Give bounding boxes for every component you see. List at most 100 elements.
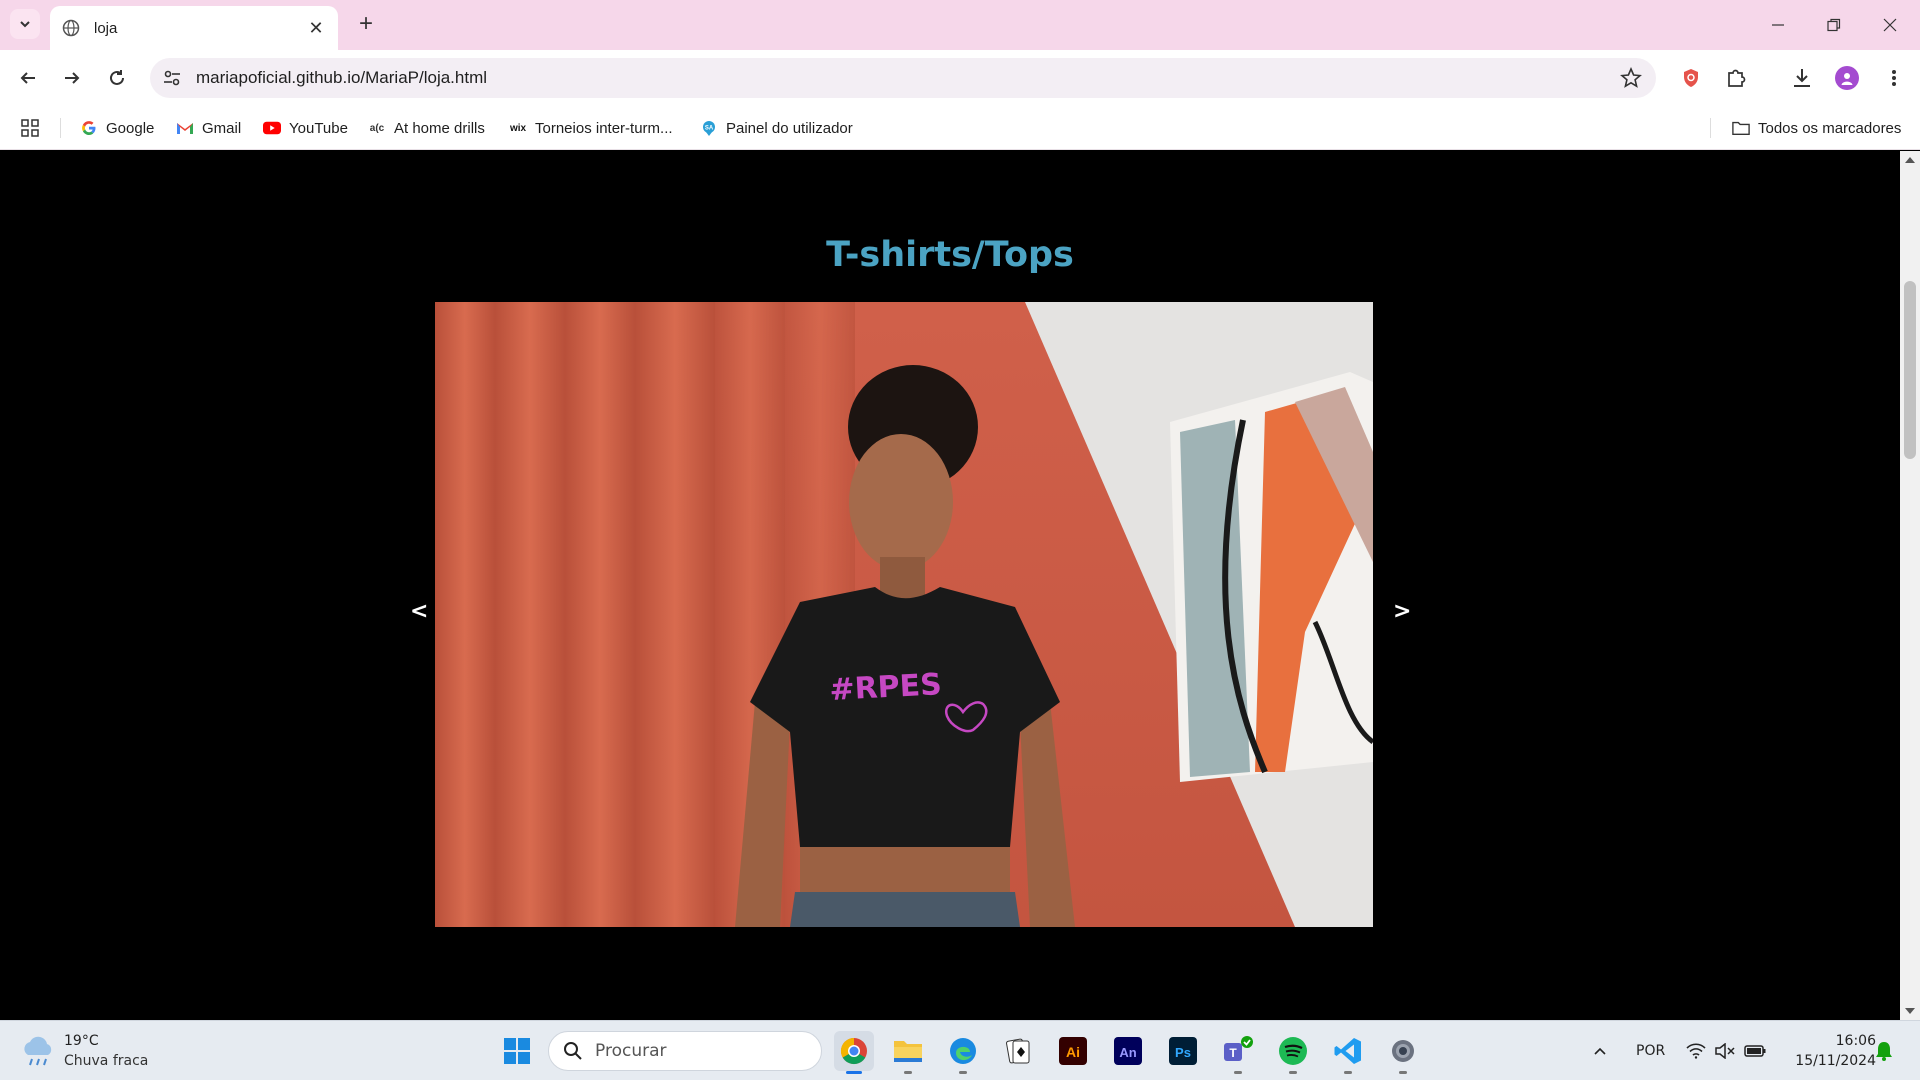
slider-next-button[interactable]: > (1393, 599, 1411, 624)
bookmark-label: Painel do utilizador (726, 119, 853, 137)
google-icon (80, 119, 98, 137)
url-text: mariapoficial.github.io/MariaP/loja.html (196, 68, 488, 87)
bookmark-google[interactable]: Google (80, 116, 154, 140)
slider-prev-button[interactable]: < (410, 599, 428, 624)
vscode-icon (1334, 1038, 1361, 1064)
windows-logo-icon (504, 1038, 530, 1064)
taskbar-solitaire[interactable] (998, 1031, 1038, 1071)
taskbar-photoshop[interactable]: Ps (1163, 1031, 1203, 1071)
site-info-icon[interactable] (162, 68, 182, 88)
downloads-button[interactable] (1786, 62, 1818, 94)
bookmark-label: Todos os marcadores (1758, 119, 1902, 137)
taskbar-chrome[interactable] (834, 1031, 874, 1074)
notifications-button[interactable] (1875, 1021, 1893, 1080)
person-icon (1841, 73, 1853, 85)
taskbar-settings[interactable] (1383, 1031, 1423, 1074)
weather-condition: Chuva fraca (64, 1053, 149, 1069)
taskbar-clock[interactable]: 16:06 15/11/2024 (1776, 1031, 1876, 1071)
taskbar-vscode[interactable] (1328, 1031, 1368, 1074)
language-indicator[interactable]: POR (1636, 1021, 1665, 1080)
spotify-icon (1279, 1037, 1307, 1065)
apps-grid-icon (21, 119, 39, 137)
extensions-button[interactable] (1720, 62, 1752, 94)
shield-extension-button[interactable] (1675, 62, 1707, 94)
browser-tab[interactable]: loja ✕ (50, 6, 338, 50)
scroll-down-arrow[interactable] (1905, 1008, 1915, 1014)
forward-button[interactable] (56, 62, 88, 94)
quick-settings-button[interactable] (1686, 1021, 1766, 1080)
start-button[interactable] (497, 1031, 537, 1071)
running-indicator (904, 1071, 912, 1074)
taskbar-animate[interactable]: An (1108, 1031, 1148, 1071)
search-icon (564, 1042, 582, 1060)
minimize-button[interactable] (1750, 0, 1806, 50)
puzzle-icon (1728, 69, 1746, 87)
svg-text:Ai: Ai (1066, 1044, 1080, 1060)
athome-icon: a(c (369, 122, 385, 134)
bell-icon (1876, 1042, 1892, 1061)
close-icon (1883, 18, 1897, 32)
restore-icon (1827, 18, 1841, 32)
taskbar-edge[interactable] (943, 1031, 983, 1074)
bookmark-at-home-drills[interactable]: a(c At home drills (368, 116, 485, 140)
reload-icon (110, 70, 124, 85)
bookmark-youtube[interactable]: YouTube (263, 116, 348, 140)
back-button[interactable] (12, 62, 44, 94)
taskbar-illustrator[interactable]: Ai (1053, 1031, 1093, 1071)
show-hidden-icons-button[interactable] (1592, 1021, 1608, 1080)
chevron-up-icon (1594, 1047, 1606, 1055)
youtube-icon (263, 119, 281, 137)
bookmark-label: At home drills (394, 119, 485, 137)
product-slide-image: #RPES (435, 302, 1373, 927)
wifi-icon (1686, 1043, 1706, 1059)
bookmarks-divider (1710, 118, 1711, 138)
product-photo: #RPES (435, 302, 1373, 927)
folder-icon (1732, 119, 1750, 137)
new-tab-button[interactable]: + (352, 10, 380, 38)
minimize-icon (1772, 24, 1784, 26)
restore-button[interactable] (1806, 0, 1862, 50)
scroll-up-arrow[interactable] (1905, 157, 1915, 163)
apps-button[interactable] (20, 116, 40, 140)
chevron-down-icon (20, 21, 30, 28)
bookmark-star-icon[interactable] (1620, 67, 1642, 89)
reload-button[interactable] (101, 62, 133, 94)
bookmark-painel[interactable]: SA Painel do utilizador (700, 116, 853, 140)
all-bookmarks-button[interactable]: Todos os marcadores (1732, 116, 1901, 140)
tab-title: loja (94, 19, 118, 37)
scroll-thumb[interactable] (1904, 281, 1916, 459)
clock-time: 16:06 (1835, 1033, 1876, 1049)
edge-icon (950, 1038, 976, 1064)
address-bar[interactable]: mariapoficial.github.io/MariaP/loja.html (150, 58, 1656, 98)
menu-button[interactable] (1878, 62, 1910, 94)
bookmark-gmail[interactable]: Gmail (176, 116, 241, 140)
folder-icon (894, 1041, 922, 1062)
running-indicator (1399, 1071, 1407, 1074)
illustrator-icon: Ai (1059, 1037, 1087, 1065)
arrow-right-icon (65, 72, 80, 84)
gear-icon (1392, 1040, 1414, 1062)
bookmark-torneios[interactable]: wix Torneios inter-turm... (509, 116, 673, 140)
bookmark-label: Torneios inter-turm... (535, 119, 673, 137)
chrome-icon (840, 1037, 867, 1065)
page-scrollbar[interactable] (1900, 151, 1920, 1020)
close-window-button[interactable] (1862, 0, 1918, 50)
profile-button[interactable] (1831, 62, 1863, 94)
tab-strip: loja ✕ + (0, 0, 1920, 50)
tab-search-button[interactable] (10, 9, 40, 39)
taskbar-search[interactable]: Procurar (548, 1031, 822, 1071)
wix-icon: wix (509, 122, 527, 134)
animate-icon: An (1114, 1037, 1142, 1065)
kebab-menu-icon (1892, 70, 1896, 86)
taskbar-spotify[interactable] (1273, 1031, 1313, 1074)
taskbar-teams[interactable]: T (1218, 1031, 1258, 1074)
taskbar-file-explorer[interactable] (888, 1031, 928, 1074)
panel-icon: SA (700, 119, 718, 137)
avatar (1835, 66, 1859, 90)
shield-icon (1684, 69, 1698, 87)
weather-widget[interactable]: 19°C Chuva fraca (20, 1031, 148, 1071)
bookmarks-divider (60, 118, 61, 138)
photoshop-icon: Ps (1169, 1037, 1197, 1065)
close-tab-icon[interactable]: ✕ (306, 18, 326, 38)
teams-icon: T (1224, 1036, 1253, 1061)
